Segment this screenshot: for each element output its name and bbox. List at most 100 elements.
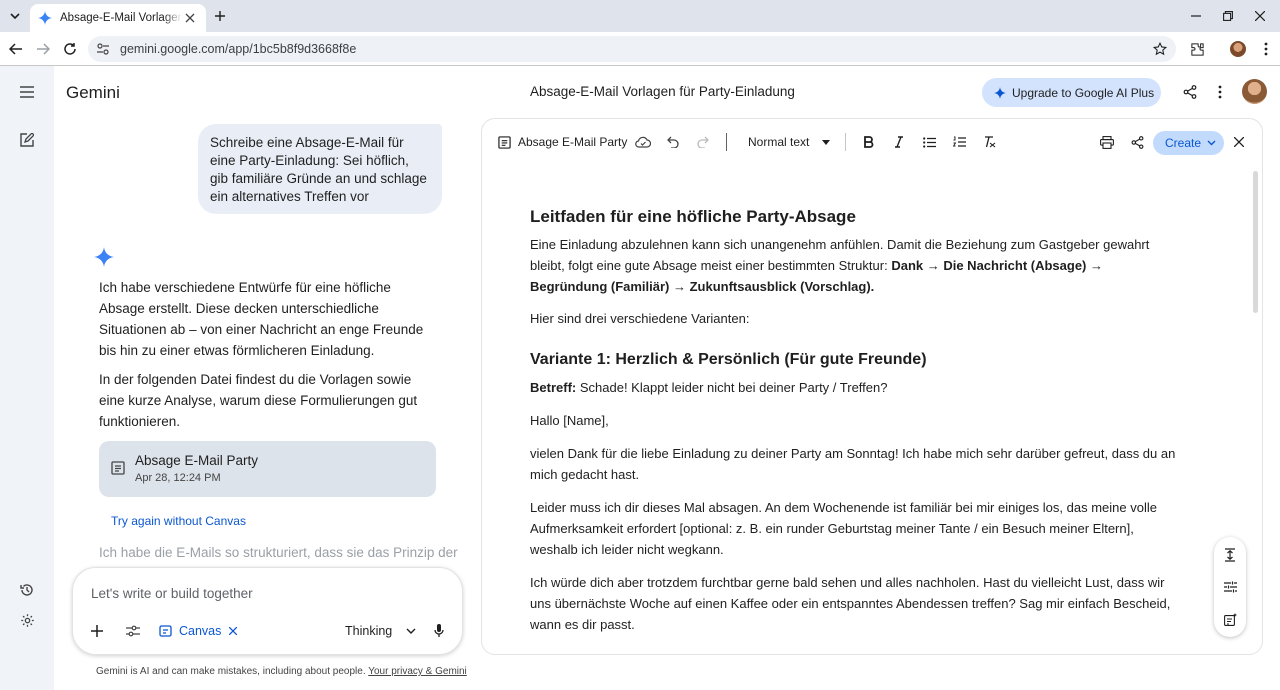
address-toolbar: gemini.google.com/app/1bc5b8f9d3668f8e: [0, 32, 1280, 66]
chevron-down-icon: [10, 13, 20, 20]
url-text: gemini.google.com/app/1bc5b8f9d3668f8e: [120, 42, 357, 56]
subject-label: Betreff:: [530, 380, 577, 395]
conversation-title: Absage-E-Mail Vorlagen für Party-Einladu…: [530, 84, 795, 99]
tab-close-icon[interactable]: [182, 10, 198, 26]
tab-search-button[interactable]: [4, 5, 26, 27]
create-label: Create: [1165, 136, 1202, 150]
share-canvas-button[interactable]: [1127, 132, 1147, 152]
chat-panel: Gemini Schreibe eine Absage-E-Mail für e…: [54, 66, 478, 690]
new-chat-button[interactable]: [17, 130, 37, 150]
browser-tab-strip: Absage-E-Mail Vorlagen für Party-Einladu…: [0, 0, 1280, 32]
tune-icon: [1223, 581, 1237, 593]
prompt-input[interactable]: Let's write or build together: [91, 586, 253, 601]
plus-icon: [91, 625, 103, 637]
bold-icon: [864, 136, 874, 148]
upgrade-button[interactable]: Upgrade to Google AI Plus: [982, 78, 1161, 107]
share-conversation-button[interactable]: [1180, 82, 1200, 102]
clear-formatting-button[interactable]: [979, 132, 999, 152]
arrow-right-icon: [37, 43, 50, 55]
chevron-down-icon: [1207, 140, 1216, 146]
share-icon: [1131, 135, 1143, 149]
gemini-app: Gemini Schreibe eine Absage-E-Mail für e…: [0, 66, 1280, 690]
close-canvas-button[interactable]: [1229, 132, 1249, 152]
canvas-tool-chip[interactable]: Canvas: [159, 620, 238, 642]
settings-button[interactable]: [17, 610, 37, 630]
minimize-button[interactable]: [1186, 6, 1206, 26]
bulleted-list-button[interactable]: [919, 132, 939, 152]
clear-formatting-icon: [984, 136, 995, 148]
expand-length-icon: [1225, 548, 1235, 562]
reload-button[interactable]: [60, 39, 80, 59]
spark-icon: [994, 86, 1006, 99]
arrow-left-icon: [9, 43, 22, 55]
user-message: Schreibe eine Absage-E-Mail für eine Par…: [198, 124, 442, 214]
adjust-length-button[interactable]: [1220, 545, 1240, 565]
forward-button[interactable]: [33, 39, 53, 59]
window-close-button[interactable]: [1250, 6, 1270, 26]
back-button[interactable]: [6, 39, 26, 59]
italic-icon: [895, 136, 903, 148]
canvas-document-name[interactable]: Absage E-Mail Party: [518, 135, 627, 149]
text-style-selector[interactable]: Normal text: [748, 135, 809, 149]
chevron-down-icon: [406, 628, 416, 634]
main-menu-button[interactable]: [17, 82, 37, 102]
italic-button[interactable]: [889, 132, 909, 152]
activity-button[interactable]: [17, 580, 37, 600]
response-paragraph: In der folgenden Datei findest du die Vo…: [99, 372, 418, 429]
tools-button[interactable]: [123, 621, 143, 641]
profile-avatar[interactable]: [1230, 41, 1246, 57]
history-icon: [20, 584, 33, 596]
disclaimer: Gemini is AI and can make mistakes, incl…: [96, 666, 467, 677]
browser-tab[interactable]: Absage-E-Mail Vorlagen für Party-Einladu…: [30, 4, 206, 32]
subject-text: Schade! Klappt leider nicht bei deiner P…: [579, 380, 888, 395]
microphone-button[interactable]: [429, 621, 449, 641]
document-icon: [111, 461, 125, 475]
restore-button[interactable]: [1218, 6, 1238, 26]
cloud-saved-icon: [633, 132, 653, 152]
doc-heading: Leitfaden für eine höfliche Party-Absage: [530, 207, 856, 226]
browser-menu-button[interactable]: [1256, 39, 1276, 59]
text-style-chevron-icon[interactable]: [816, 132, 836, 152]
bulleted-list-icon: [922, 136, 936, 148]
doc-paragraph: vielen Dank für die liebe Einladung zu d…: [530, 446, 1176, 482]
response-paragraph: Ich habe verschiedene Entwürfe für eine …: [99, 280, 424, 358]
try-again-without-canvas-link[interactable]: Try again without Canvas: [111, 514, 246, 528]
undo-icon: [667, 136, 679, 148]
url-bar[interactable]: gemini.google.com/app/1bc5b8f9d3668f8e: [88, 36, 1176, 62]
close-icon: [229, 627, 238, 635]
canvas-chip-label: Canvas: [179, 624, 222, 638]
reload-icon: [64, 43, 76, 55]
model-mode-selector[interactable]: Thinking: [345, 620, 416, 642]
account-avatar[interactable]: [1242, 79, 1267, 104]
numbered-list-button[interactable]: [949, 132, 969, 152]
canvas-scrollbar[interactable]: [1253, 171, 1258, 313]
canvas-panel: Absage E-Mail Party Normal text Create L…: [481, 118, 1263, 655]
card-title: Absage E-Mail Party: [135, 453, 259, 468]
more-vert-icon: [1218, 85, 1222, 99]
bold-button[interactable]: [859, 132, 879, 152]
undo-button[interactable]: [663, 132, 683, 152]
add-files-button[interactable]: [87, 621, 107, 641]
numbered-list-icon: [952, 136, 966, 147]
gemini-spark-icon: [94, 247, 114, 267]
canvas-document-card[interactable]: Absage E-Mail Party Apr 28, 12:24 PM: [99, 441, 436, 497]
site-info-icon: [97, 43, 109, 55]
toolbar-divider: [726, 133, 727, 151]
extensions-button[interactable]: [1187, 39, 1207, 59]
conversation-menu-button[interactable]: [1210, 82, 1230, 102]
star-icon: [1153, 42, 1167, 56]
bookmark-button[interactable]: [1150, 39, 1170, 59]
suggest-edits-button[interactable]: [1220, 609, 1240, 629]
canvas-side-tools: [1214, 537, 1246, 637]
toolbar-divider: [845, 133, 846, 151]
card-date: Apr 28, 12:24 PM: [135, 472, 221, 484]
doc-paragraph: Hier sind drei verschiedene Varianten:: [530, 311, 750, 326]
new-tab-button[interactable]: [210, 6, 230, 26]
create-button[interactable]: Create: [1153, 131, 1224, 155]
side-rail: [0, 66, 54, 690]
redo-button[interactable]: [693, 132, 713, 152]
adjust-tone-button[interactable]: [1220, 577, 1240, 597]
doc-intro: Eine Einladung abzulehnen kann sich unan…: [530, 234, 1180, 297]
privacy-link[interactable]: Your privacy & Gemini: [368, 666, 467, 677]
print-button[interactable]: [1097, 132, 1117, 152]
